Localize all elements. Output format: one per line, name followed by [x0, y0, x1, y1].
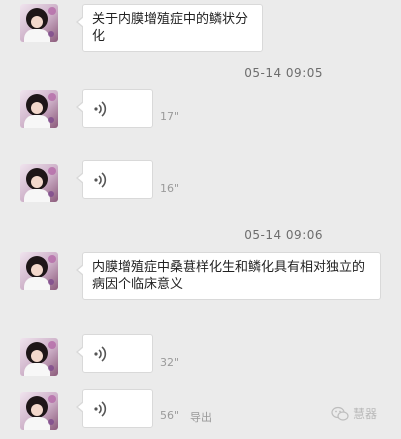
timestamp-text: 05-14 09:05: [244, 66, 323, 80]
avatar[interactable]: [20, 338, 58, 376]
voice-wave-icon: [94, 401, 107, 417]
message-text: 关于内膜增殖症中的鳞状分化: [92, 12, 249, 44]
avatar[interactable]: [20, 252, 58, 290]
text-message-bubble[interactable]: 关于内膜增殖症中的鳞状分化: [76, 4, 263, 52]
voice-message-bubble[interactable]: [76, 160, 153, 199]
avatar[interactable]: [20, 90, 58, 128]
timestamp-text: 05-14 09:06: [244, 228, 323, 242]
text-message-bubble[interactable]: 内膜增殖症中桑葚样化生和鳞化具有相对独立的病因个临床意义: [76, 252, 381, 300]
timestamp: 05-14 09:05: [0, 66, 401, 80]
watermark: 慧器: [331, 405, 377, 422]
voice-message-bubble[interactable]: [76, 389, 153, 428]
voice-wave-icon: [94, 172, 107, 188]
voice-message-bubble[interactable]: [76, 89, 153, 128]
voice-duration: 56": [160, 409, 180, 422]
voice-duration: 16": [160, 182, 180, 195]
voice-duration: 17": [160, 110, 180, 123]
avatar[interactable]: [20, 164, 58, 202]
avatar[interactable]: [20, 392, 58, 430]
timestamp: 05-14 09:06: [0, 228, 401, 242]
export-link[interactable]: 导出: [190, 409, 212, 425]
wechat-logo-icon: [331, 406, 349, 421]
voice-wave-icon: [94, 346, 107, 362]
voice-message-bubble[interactable]: [76, 334, 153, 373]
watermark-text: 慧器: [353, 407, 378, 421]
avatar[interactable]: [20, 4, 58, 42]
message-text: 内膜增殖症中桑葚样化生和鳞化具有相对独立的病因个临床意义: [92, 260, 366, 292]
voice-duration: 32": [160, 356, 180, 369]
voice-wave-icon: [94, 101, 107, 117]
